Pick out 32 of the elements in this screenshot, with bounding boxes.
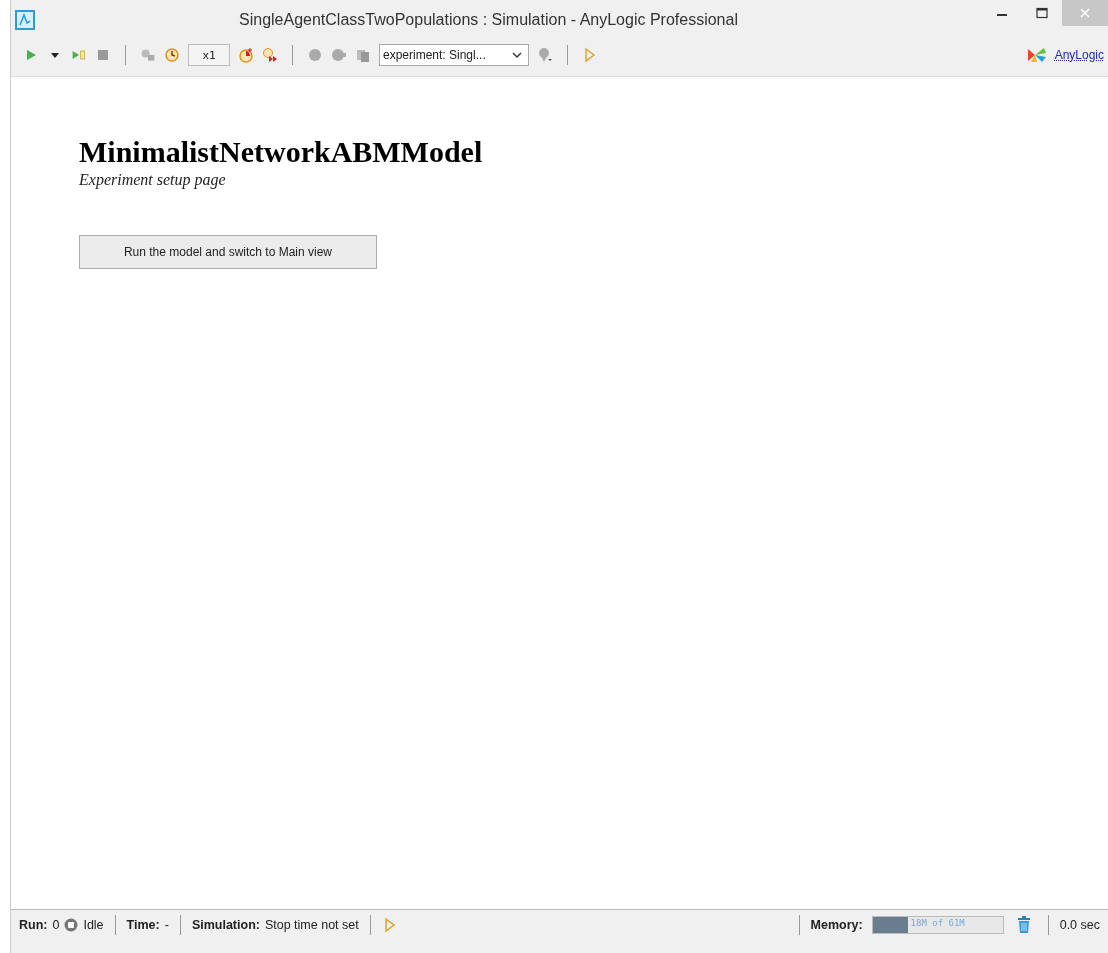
page-subtitle: Experiment setup page <box>79 171 227 189</box>
pin-icon[interactable] <box>537 47 553 63</box>
run-label: Run: <box>19 918 48 932</box>
app-icon <box>15 10 35 30</box>
logo-icon <box>1026 47 1047 63</box>
run-button[interactable]: Run the model and switch to Main view <box>79 235 377 269</box>
fast-forward-icon[interactable] <box>262 47 278 63</box>
elapsed-time: 0.0 sec <box>1059 918 1100 932</box>
chevron-down-icon <box>512 50 522 60</box>
clock-icon[interactable] <box>164 47 180 63</box>
step-icon[interactable] <box>71 47 87 63</box>
experiment-dropdown[interactable]: experiment: Singl... <box>379 44 529 66</box>
close-button[interactable] <box>1062 0 1108 26</box>
clock-icon[interactable] <box>238 47 254 63</box>
stop-icon[interactable] <box>95 47 111 63</box>
trash-icon[interactable] <box>1016 916 1031 934</box>
page-title: MinimalistNetworkABMModel <box>79 135 484 169</box>
run-count: 0 <box>52 918 60 932</box>
simulation-value: Stop time not set <box>264 918 359 932</box>
memory-label: Memory: <box>810 918 863 932</box>
close-icon <box>1079 7 1091 19</box>
maximize-icon[interactable] <box>1036 7 1048 19</box>
anylogic-link[interactable]: AnyLogic <box>1054 48 1104 62</box>
time-value: - <box>164 918 169 932</box>
window-title: SingleAgentClassTwoPopulations : Simulation - AnyLogic Professional <box>238 11 739 29</box>
memory-text: 18M of 61M <box>909 918 966 928</box>
run-state: Idle <box>83 918 104 932</box>
stop-icon <box>64 918 79 932</box>
speed-field[interactable]: x1 <box>188 44 230 66</box>
simulation-label: Simulation: <box>191 918 260 932</box>
time-label: Time: <box>126 918 160 932</box>
agents-icon[interactable] <box>355 47 371 63</box>
